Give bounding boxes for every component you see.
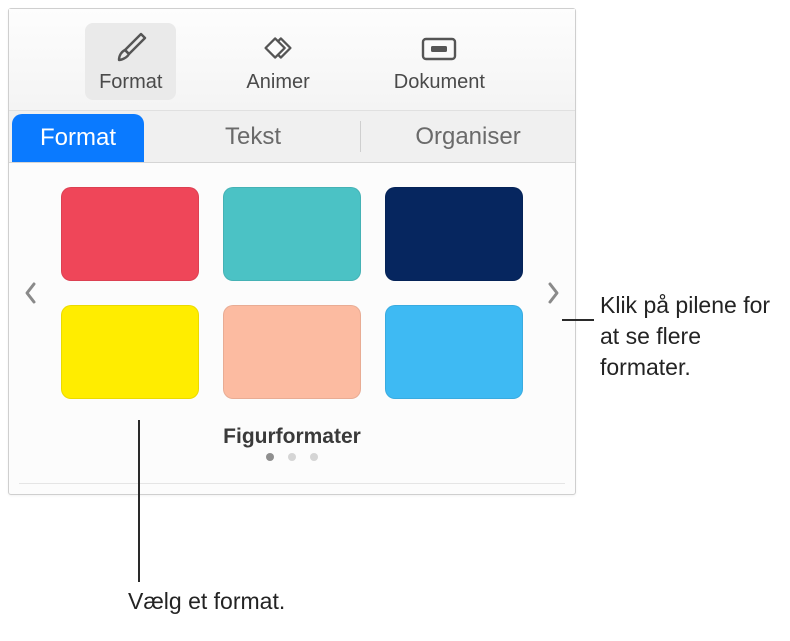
subtab-format[interactable]: Format	[12, 114, 144, 162]
subtab-organize[interactable]: Organiser	[361, 111, 575, 162]
subtab-format-label: Format	[40, 124, 116, 152]
toolbar-animate-label: Animer	[246, 71, 309, 94]
styles-caption: Figurformater	[9, 407, 575, 453]
subtab-text[interactable]: Tekst	[146, 111, 360, 162]
divider	[19, 483, 565, 484]
toolbar-animate-button[interactable]: Animer	[232, 23, 323, 100]
subtab-organize-label: Organiser	[415, 123, 520, 151]
top-toolbar: Format Animer Dokument	[9, 9, 575, 111]
callout-choose: Vælg et format.	[128, 586, 285, 617]
pager-dot-2[interactable]	[288, 453, 296, 461]
style-swatch-5[interactable]	[223, 305, 361, 399]
style-swatch-3[interactable]	[385, 187, 523, 281]
style-swatch-1[interactable]	[61, 187, 199, 281]
pager-dot-3[interactable]	[310, 453, 318, 461]
style-swatch-4[interactable]	[61, 305, 199, 399]
style-swatch-6[interactable]	[385, 305, 523, 399]
chevron-right-icon[interactable]	[535, 203, 571, 383]
toolbar-document-label: Dokument	[394, 71, 485, 94]
callout-arrows: Klik på pilene for at se flere formater.	[600, 290, 780, 383]
styles-area	[9, 163, 575, 407]
inspector-panel: Format Animer Dokument Format	[8, 8, 576, 495]
style-swatch-2[interactable]	[223, 187, 361, 281]
toolbar-format-label: Format	[99, 71, 162, 94]
paintbrush-icon	[109, 29, 153, 67]
pager-dot-1[interactable]	[266, 453, 274, 461]
subtab-text-label: Tekst	[225, 123, 281, 151]
diamonds-icon	[256, 29, 300, 67]
swatch-grid	[49, 187, 535, 399]
pager	[9, 453, 575, 483]
callout-line	[138, 420, 140, 582]
slide-icon	[417, 29, 461, 67]
callout-line	[562, 319, 594, 321]
subtabs: Format Tekst Organiser	[9, 111, 575, 163]
toolbar-format-button[interactable]: Format	[85, 23, 176, 100]
chevron-left-icon[interactable]	[13, 203, 49, 383]
toolbar-document-button[interactable]: Dokument	[380, 23, 499, 100]
